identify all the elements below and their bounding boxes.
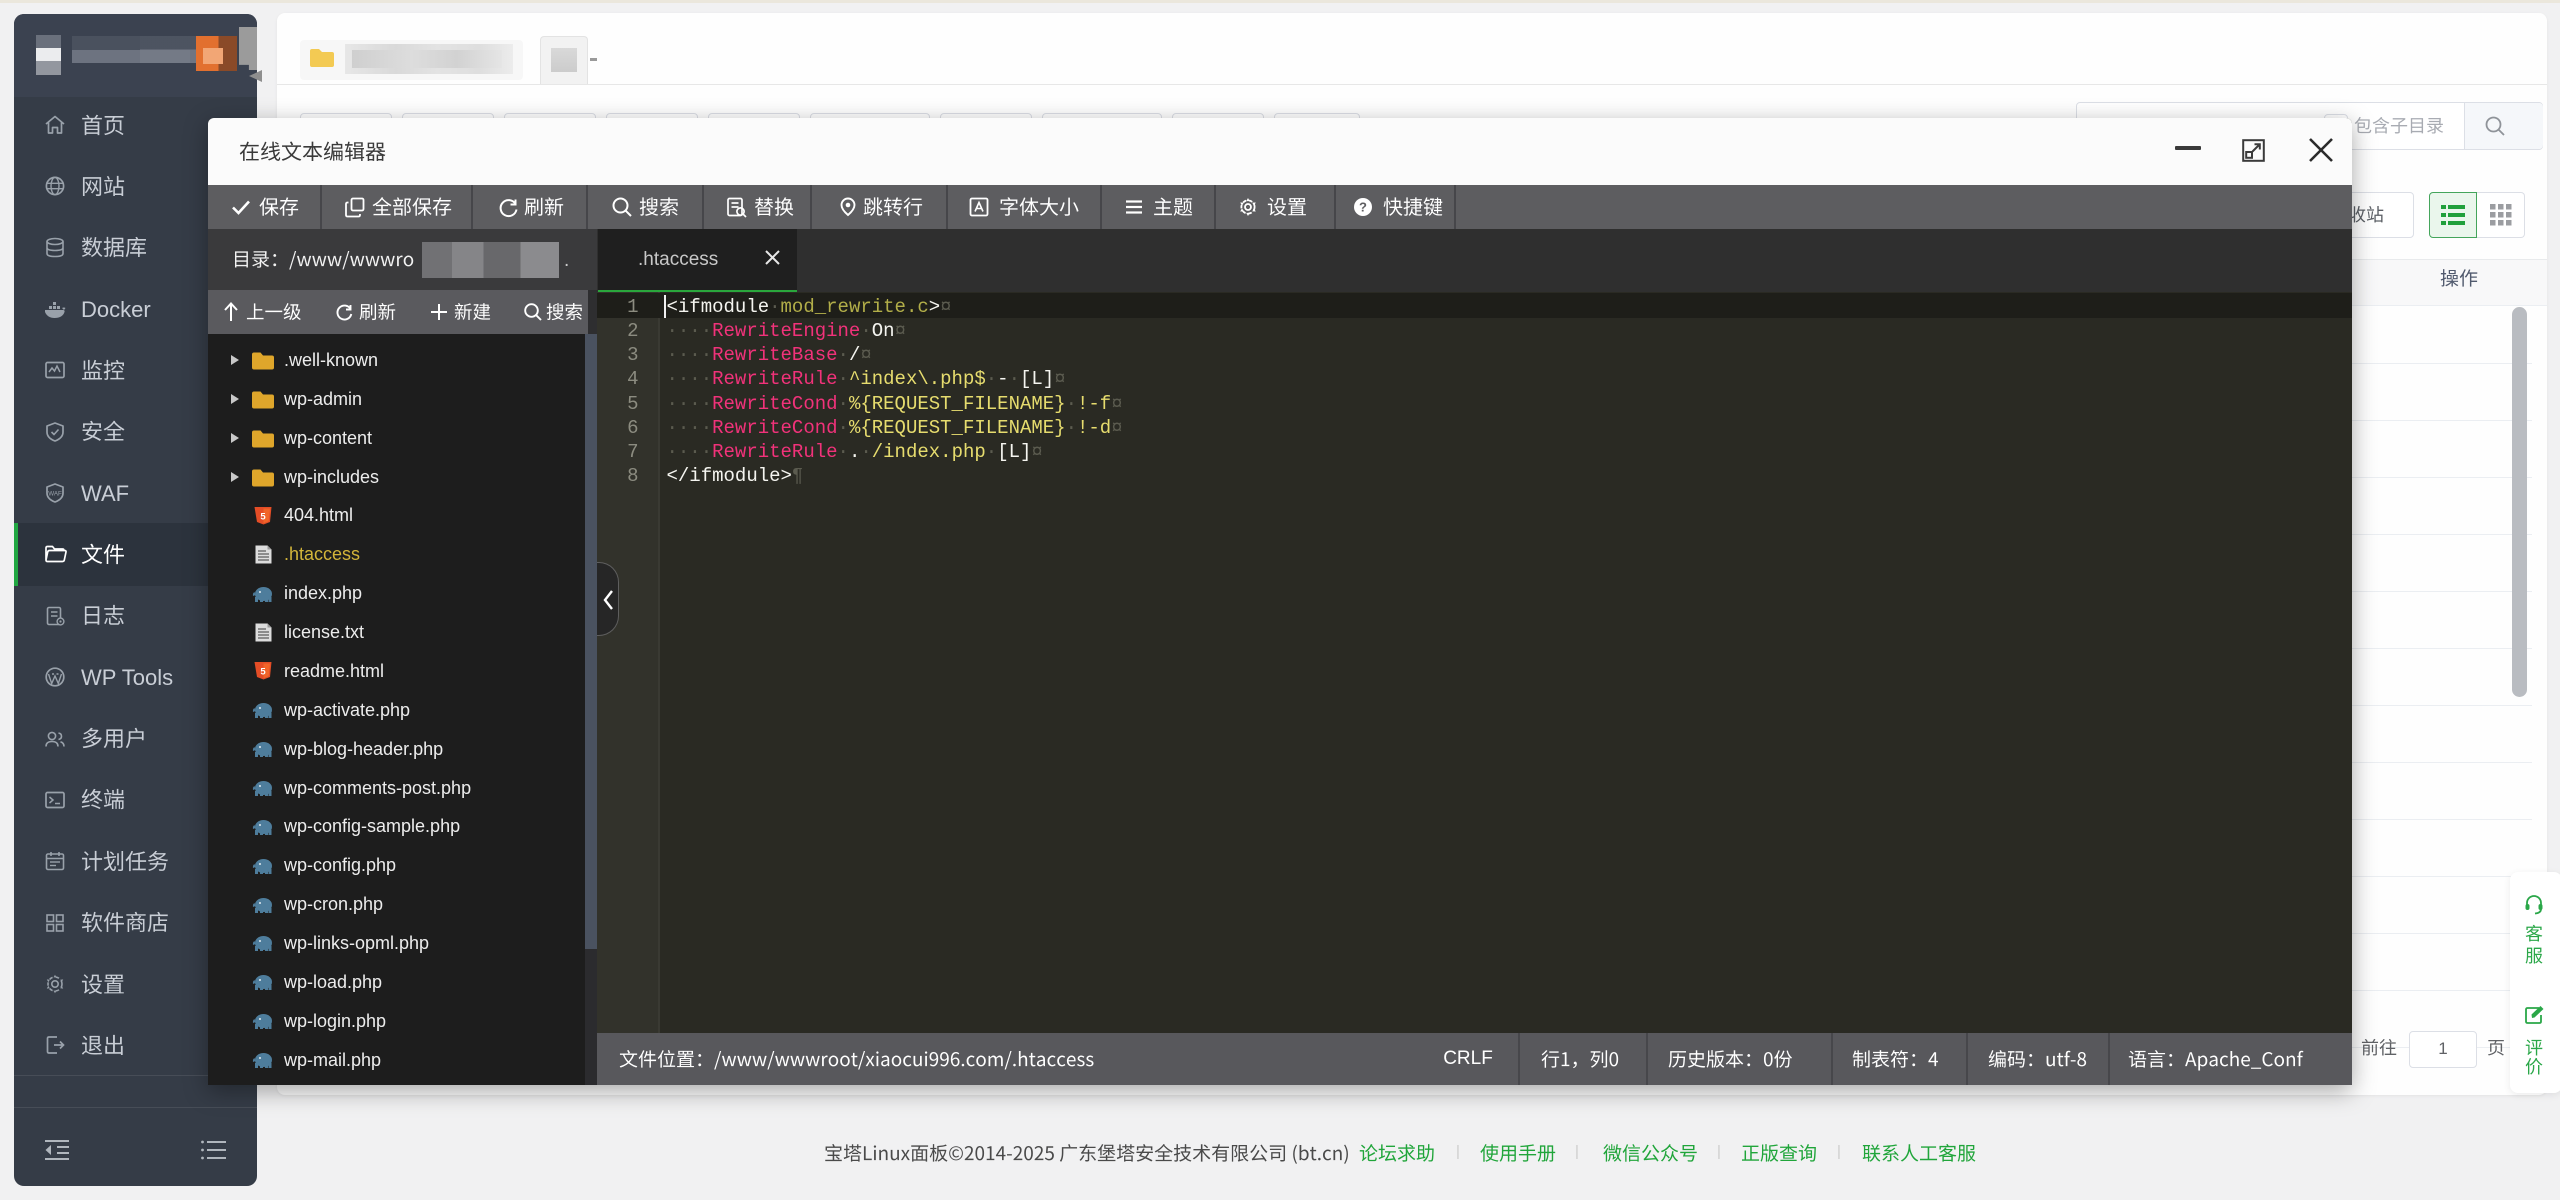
svg-text:5: 5 [260,511,266,522]
svg-text:5: 5 [260,667,266,678]
svg-text:?: ? [1359,200,1367,215]
svg-text:WAF: WAF [48,491,62,498]
